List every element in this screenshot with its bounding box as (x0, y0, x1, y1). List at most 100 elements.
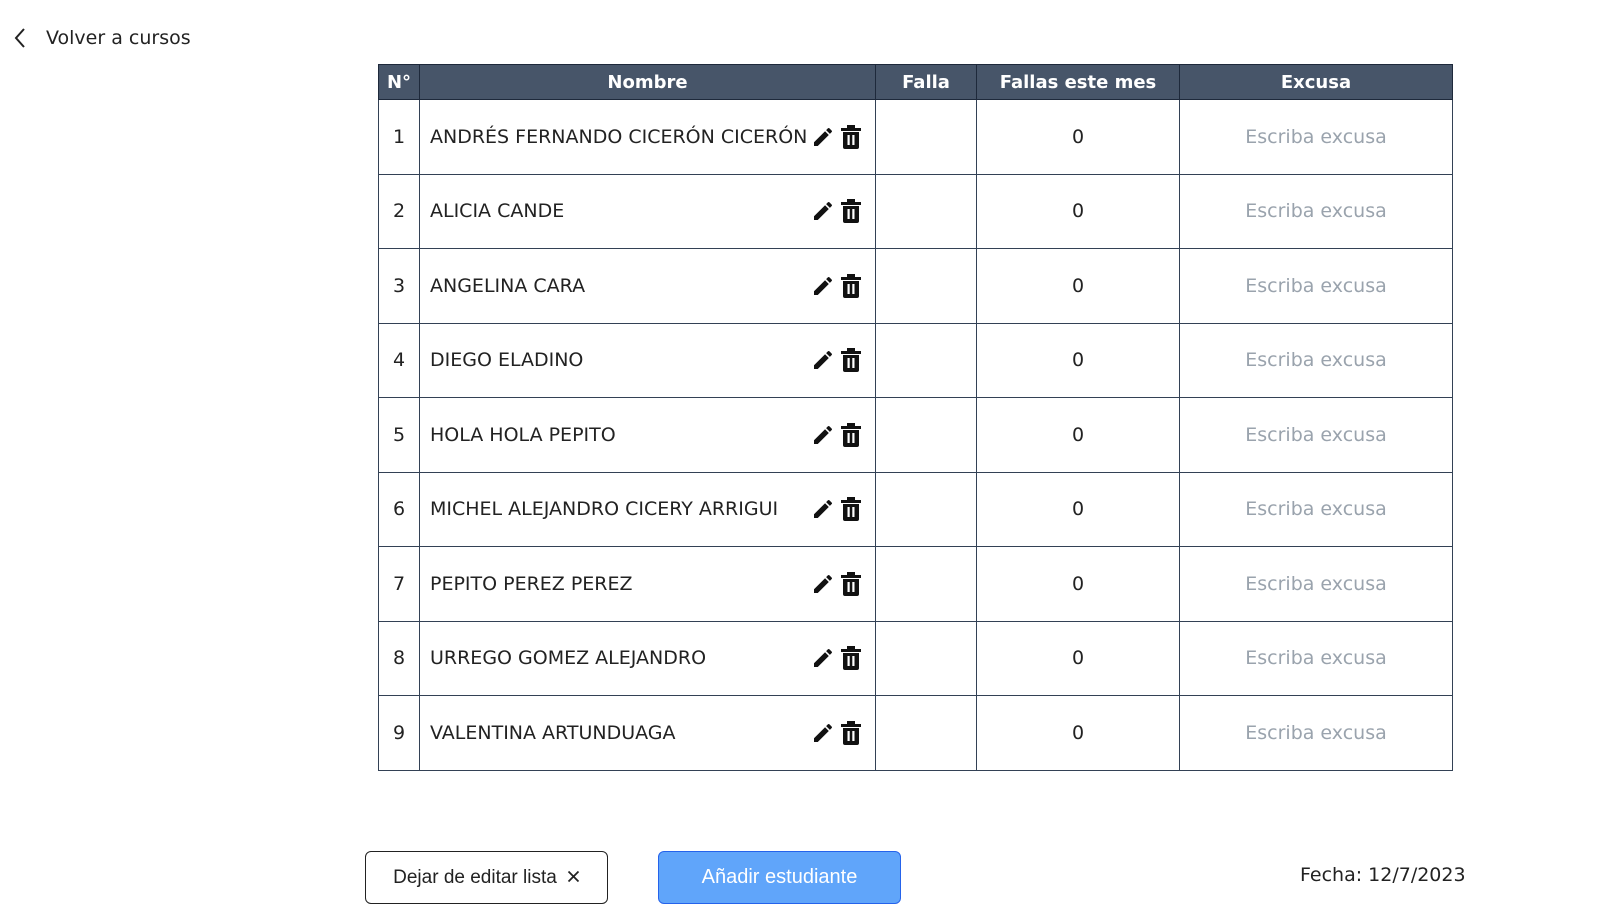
pencil-icon[interactable] (811, 125, 835, 149)
table-row: 1 ANDRÉS FERNANDO CICERÓN CICERÓN 0 (378, 99, 1453, 175)
excuse-cell (1179, 248, 1453, 324)
column-header-excuse: Excusa (1179, 64, 1453, 100)
student-name: ANGELINA CARA (430, 274, 586, 297)
pencil-icon[interactable] (811, 497, 835, 521)
student-name-cell: HOLA HOLA PEPITO (419, 397, 876, 473)
table-row: 3 ANGELINA CARA 0 (378, 248, 1453, 324)
trash-icon[interactable] (839, 645, 863, 671)
absences-this-month: 0 (976, 173, 1180, 249)
excuse-input[interactable] (1180, 721, 1452, 744)
excuse-input[interactable] (1180, 200, 1452, 223)
table-row: 7 PEPITO PEREZ PEREZ 0 (378, 546, 1453, 622)
student-name-cell: VALENTINA ARTUNDUAGA (419, 695, 876, 771)
trash-icon[interactable] (839, 571, 863, 597)
excuse-input[interactable] (1180, 423, 1452, 446)
pencil-icon[interactable] (811, 423, 835, 447)
absences-this-month: 0 (976, 322, 1180, 398)
absences-this-month: 0 (976, 546, 1180, 622)
pencil-icon[interactable] (811, 646, 835, 670)
column-header-absences-month: Fallas este mes (976, 64, 1180, 100)
absence-cell[interactable] (875, 695, 977, 771)
student-name-cell: ANDRÉS FERNANDO CICERÓN CICERÓN (419, 99, 876, 175)
trash-icon[interactable] (839, 273, 863, 299)
pencil-icon[interactable] (811, 721, 835, 745)
trash-icon[interactable] (839, 347, 863, 373)
close-icon (567, 867, 580, 889)
row-number: 5 (378, 397, 420, 473)
pencil-icon[interactable] (811, 199, 835, 223)
table-row: 8 URREGO GOMEZ ALEJANDRO 0 (378, 620, 1453, 696)
absences-this-month: 0 (976, 695, 1180, 771)
excuse-input[interactable] (1180, 349, 1452, 372)
absence-cell[interactable] (875, 620, 977, 696)
row-number: 4 (378, 322, 420, 398)
excuse-cell (1179, 99, 1453, 175)
table-row: 5 HOLA HOLA PEPITO 0 (378, 397, 1453, 473)
chevron-left-icon (0, 27, 40, 49)
students-table: N° Nombre Falla Fallas este mes Excusa 1… (378, 64, 1453, 771)
back-to-courses-link[interactable]: Volver a cursos (0, 22, 191, 54)
excuse-cell (1179, 620, 1453, 696)
student-name: DIEGO ELADINO (430, 349, 584, 372)
absences-this-month: 0 (976, 397, 1180, 473)
back-link-label: Volver a cursos (46, 27, 191, 49)
absence-cell[interactable] (875, 99, 977, 175)
student-name-cell: MICHEL ALEJANDRO CICERY ARRIGUI (419, 471, 876, 547)
absences-this-month: 0 (976, 99, 1180, 175)
absence-cell[interactable] (875, 546, 977, 622)
absences-this-month: 0 (976, 471, 1180, 547)
excuse-cell (1179, 322, 1453, 398)
student-name-cell: ANGELINA CARA (419, 248, 876, 324)
column-header-name: Nombre (419, 64, 876, 100)
student-name: ANDRÉS FERNANDO CICERÓN CICERÓN (430, 125, 808, 148)
pencil-icon[interactable] (811, 274, 835, 298)
row-number: 2 (378, 173, 420, 249)
pencil-icon[interactable] (811, 572, 835, 596)
excuse-cell (1179, 695, 1453, 771)
table-row: 2 ALICIA CANDE 0 (378, 173, 1453, 249)
add-student-button[interactable]: Añadir estudiante (658, 851, 901, 904)
excuse-cell (1179, 397, 1453, 473)
student-name: ALICIA CANDE (430, 200, 565, 223)
student-name: MICHEL ALEJANDRO CICERY ARRIGUI (430, 498, 779, 521)
trash-icon[interactable] (839, 422, 863, 448)
trash-icon[interactable] (839, 124, 863, 150)
absence-cell[interactable] (875, 397, 977, 473)
excuse-input[interactable] (1180, 647, 1452, 670)
excuse-input[interactable] (1180, 498, 1452, 521)
table-row: 9 VALENTINA ARTUNDUAGA 0 (378, 695, 1453, 771)
excuse-input[interactable] (1180, 125, 1452, 148)
excuse-cell (1179, 173, 1453, 249)
student-name: PEPITO PEREZ PEREZ (430, 572, 633, 595)
excuse-cell (1179, 546, 1453, 622)
table-row: 6 MICHEL ALEJANDRO CICERY ARRIGUI 0 (378, 471, 1453, 547)
absence-cell[interactable] (875, 471, 977, 547)
student-name-cell: ALICIA CANDE (419, 173, 876, 249)
absences-this-month: 0 (976, 248, 1180, 324)
stop-editing-label: Dejar de editar lista (393, 866, 557, 888)
table-header-row: N° Nombre Falla Fallas este mes Excusa (378, 64, 1453, 100)
excuse-input[interactable] (1180, 572, 1452, 595)
trash-icon[interactable] (839, 496, 863, 522)
row-number: 6 (378, 471, 420, 547)
row-number: 3 (378, 248, 420, 324)
row-number: 7 (378, 546, 420, 622)
table-row: 4 DIEGO ELADINO 0 (378, 322, 1453, 398)
stop-editing-list-button[interactable]: Dejar de editar lista (365, 851, 608, 904)
row-number: 8 (378, 620, 420, 696)
trash-icon[interactable] (839, 198, 863, 224)
absence-cell[interactable] (875, 248, 977, 324)
pencil-icon[interactable] (811, 348, 835, 372)
row-number: 1 (378, 99, 420, 175)
absences-this-month: 0 (976, 620, 1180, 696)
student-name-cell: DIEGO ELADINO (419, 322, 876, 398)
absence-cell[interactable] (875, 173, 977, 249)
excuse-input[interactable] (1180, 274, 1452, 297)
excuse-cell (1179, 471, 1453, 547)
column-header-number: N° (378, 64, 420, 100)
trash-icon[interactable] (839, 720, 863, 746)
absence-cell[interactable] (875, 322, 977, 398)
student-name: VALENTINA ARTUNDUAGA (430, 721, 676, 744)
row-number: 9 (378, 695, 420, 771)
column-header-absence: Falla (875, 64, 977, 100)
